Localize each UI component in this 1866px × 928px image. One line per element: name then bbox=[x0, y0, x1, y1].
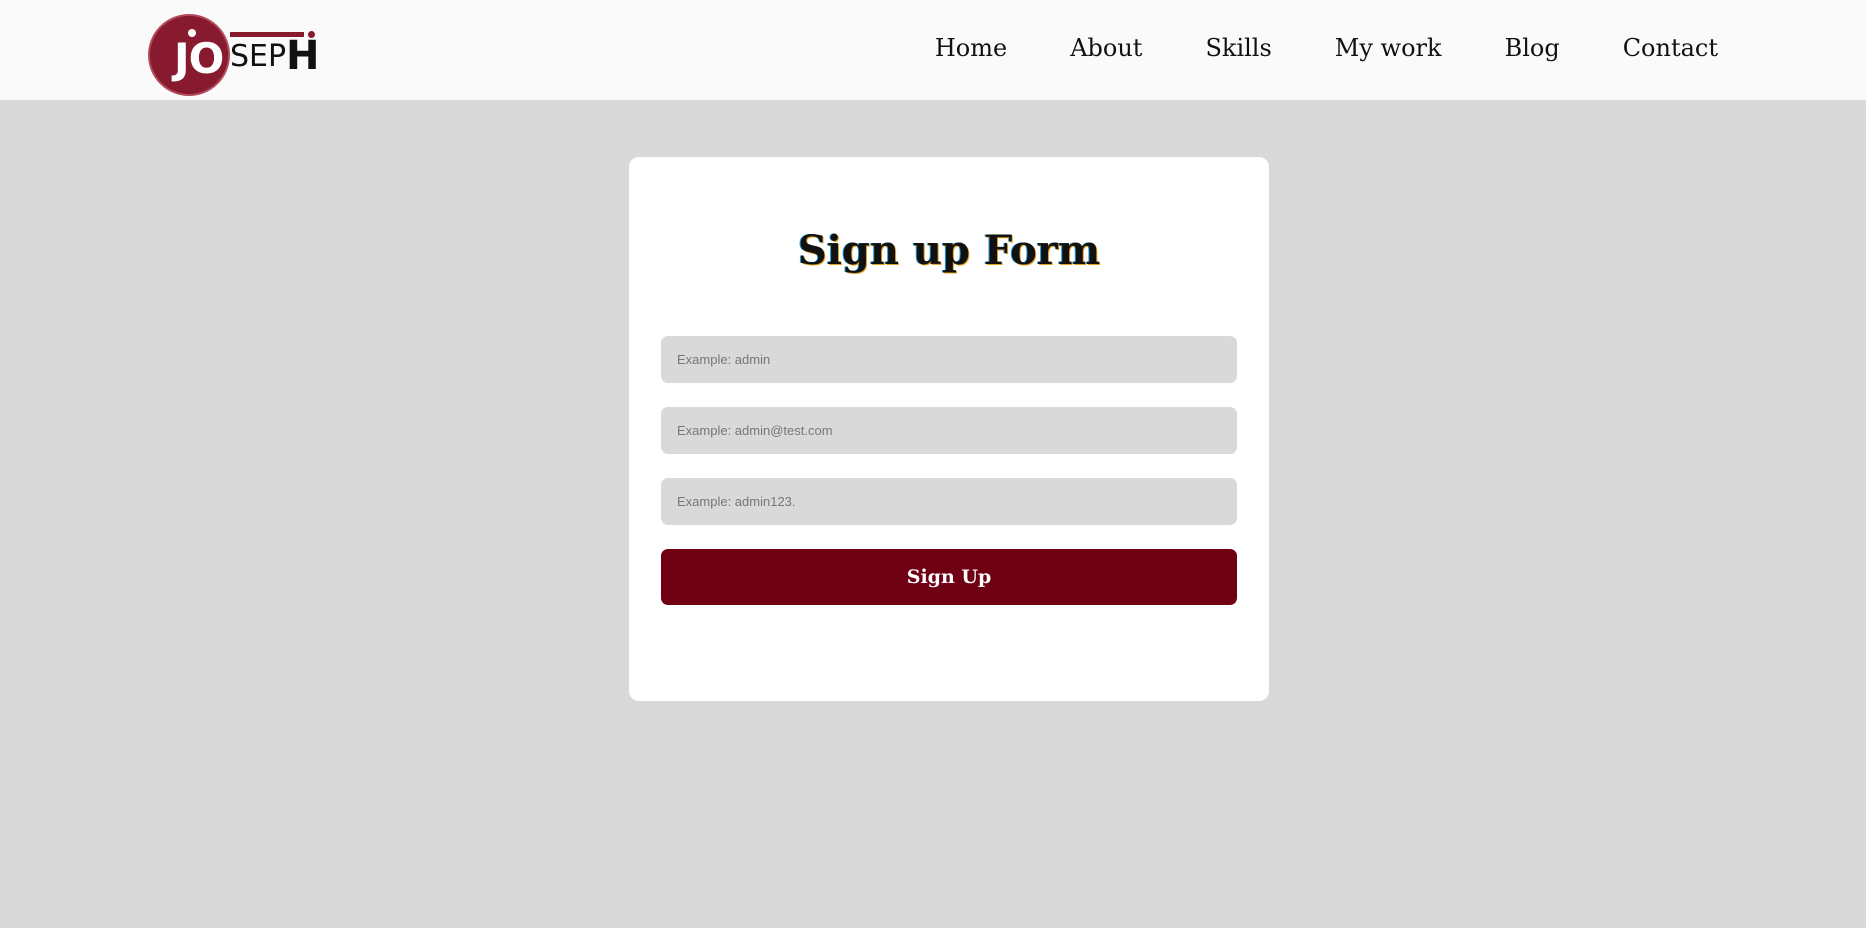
site-logo[interactable]: JO SEP H bbox=[148, 14, 323, 98]
logo-text-jo: JO bbox=[174, 34, 224, 83]
email-input[interactable] bbox=[661, 407, 1237, 454]
site-header: JO SEP H Home About Skills My work Blog … bbox=[0, 0, 1866, 100]
nav-skills-link[interactable]: Skills bbox=[1205, 30, 1271, 66]
nav-home-link[interactable]: Home bbox=[935, 30, 1007, 66]
signup-card: Sign up Form Sign Up bbox=[629, 157, 1269, 701]
main-nav: Home About Skills My work Blog Contact bbox=[872, 30, 1718, 66]
logo-text-sep: SEP bbox=[230, 39, 287, 74]
nav-about-link[interactable]: About bbox=[1070, 30, 1142, 66]
nav-contact-link[interactable]: Contact bbox=[1623, 30, 1718, 66]
nav-blog-link[interactable]: Blog bbox=[1505, 30, 1560, 66]
username-input[interactable] bbox=[661, 336, 1237, 383]
sign-up-button[interactable]: Sign Up bbox=[661, 549, 1237, 605]
logo-text-h: H bbox=[286, 33, 320, 79]
password-input[interactable] bbox=[661, 478, 1237, 525]
nav-my-work-link[interactable]: My work bbox=[1335, 30, 1442, 66]
form-title: Sign up Form bbox=[797, 227, 1101, 274]
